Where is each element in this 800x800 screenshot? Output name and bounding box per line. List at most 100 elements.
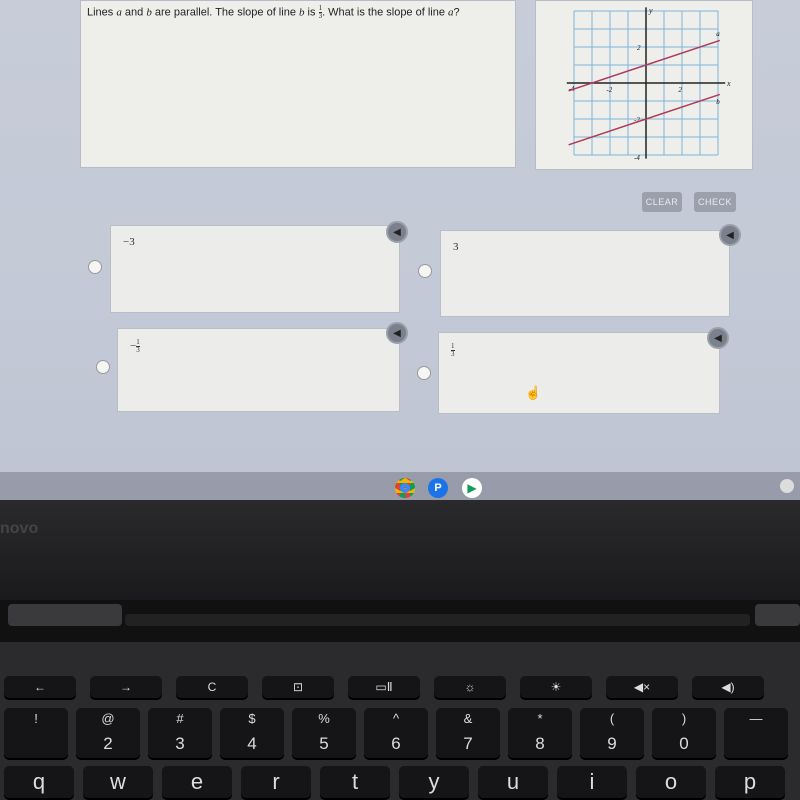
speaker-icon[interactable]: ◀: [386, 322, 408, 344]
function-key[interactable]: ◀×: [606, 676, 678, 698]
function-key[interactable]: ⊡: [262, 676, 334, 698]
letter-key[interactable]: u: [478, 766, 548, 798]
tick-label: 2: [678, 86, 682, 94]
key-label: ◀): [721, 680, 735, 694]
number-key[interactable]: —: [724, 708, 788, 758]
key-label: t: [351, 769, 359, 794]
function-key[interactable]: ☀: [520, 676, 592, 698]
shelf: P ▶: [0, 472, 800, 500]
number-key[interactable]: ) 0: [652, 708, 716, 758]
line-b-label: b: [716, 98, 720, 106]
key-label: 9: [607, 734, 617, 753]
option-card[interactable]: 1 3 ☝: [438, 332, 720, 414]
key-label: C: [207, 680, 217, 694]
number-key[interactable]: (9: [580, 708, 644, 758]
function-key[interactable]: ▭Ⅱ: [348, 676, 420, 698]
letter-key[interactable]: o: [636, 766, 706, 798]
option-card[interactable]: −3: [110, 225, 400, 313]
number-key[interactable]: !: [4, 708, 68, 758]
key-label: u: [506, 769, 520, 794]
number-key[interactable]: #3: [148, 708, 212, 758]
key-label: #: [176, 711, 184, 726]
speaker-icon[interactable]: ◀: [386, 221, 408, 243]
number-key[interactable]: $4: [220, 708, 284, 758]
key-label: —: [749, 711, 763, 726]
text: . What is the slope of line: [322, 6, 449, 19]
number-key[interactable]: & 7: [436, 708, 500, 758]
text: are parallel. The slope of line: [151, 6, 299, 19]
function-key[interactable]: →: [90, 676, 162, 698]
function-key[interactable]: ←: [4, 676, 76, 698]
option-label: 13: [451, 343, 455, 358]
coordinate-graph: xy-4 -2 22-2-4ab: [566, 6, 731, 162]
letter-key[interactable]: w: [83, 766, 153, 798]
function-key[interactable]: ☼: [434, 676, 506, 698]
fraction: 13: [451, 343, 455, 358]
tick-label: 2: [637, 44, 641, 52]
line-a-label: a: [716, 30, 720, 38]
number-key[interactable]: ^ 6: [364, 708, 428, 758]
option-label: −1 3: [130, 339, 140, 354]
tick-label: -4: [634, 154, 640, 162]
key-label: p: [743, 769, 757, 794]
key-label: %: [318, 711, 330, 726]
key-label: 2: [103, 734, 113, 753]
hinge-part: [8, 604, 122, 626]
key-label: o: [664, 769, 678, 794]
den: 3: [136, 346, 140, 354]
letter-key[interactable]: p: [715, 766, 785, 798]
key-label: @: [101, 711, 115, 726]
x-axis-label: x: [726, 79, 731, 88]
play-store-icon[interactable]: ▶: [462, 478, 482, 498]
letter-key[interactable]: y: [399, 766, 469, 798]
function-key[interactable]: C: [176, 676, 248, 698]
option-label: −3: [123, 236, 135, 248]
app-p-icon[interactable]: P: [428, 478, 448, 498]
key-label: 4: [247, 734, 257, 753]
screen: Lines a and b are parallel. The slope of…: [0, 0, 800, 500]
speaker-icon[interactable]: ◀: [707, 327, 729, 349]
key-label: 0: [679, 734, 689, 753]
check-button[interactable]: CHECK: [694, 192, 736, 212]
option-card[interactable]: 3: [440, 230, 730, 317]
letter-key[interactable]: i: [557, 766, 627, 798]
key-label: ◀×: [633, 680, 651, 694]
letter-key[interactable]: r: [241, 766, 311, 798]
radio-option-1[interactable]: [88, 260, 102, 274]
speaker-icon[interactable]: ◀: [719, 224, 741, 246]
key-label: 6: [391, 734, 401, 753]
key-label: q: [32, 769, 46, 794]
key-label: w: [110, 769, 126, 794]
key-label: y: [428, 769, 440, 794]
tick-label: -2: [606, 86, 612, 94]
den: 3: [451, 350, 455, 358]
letter-key[interactable]: e: [162, 766, 232, 798]
letter-key[interactable]: q: [4, 766, 74, 798]
key-label: i: [589, 769, 595, 794]
radio-option-2[interactable]: [418, 264, 432, 278]
keyboard: ← → C ⊡ ▭Ⅱ ☼ ☀ ◀× ◀)! @2 #3 $4% 5 ^ 6 & 7 * 8(9) 0— q w e r t y u i…: [0, 642, 800, 800]
key-label: 3: [175, 734, 185, 753]
number-key[interactable]: @2: [76, 708, 140, 758]
hinge-part: [125, 614, 750, 626]
radio-option-4[interactable]: [417, 366, 431, 380]
number-key[interactable]: * 8: [508, 708, 572, 758]
key-label: 5: [319, 734, 329, 753]
clear-button[interactable]: CLEAR: [642, 192, 682, 212]
radio-option-3[interactable]: [96, 360, 110, 374]
brand-logo: novo: [0, 520, 39, 537]
option-label: 3: [453, 241, 459, 253]
key-label: →: [120, 680, 132, 694]
text: is: [304, 6, 319, 19]
status-icon[interactable]: [780, 479, 794, 493]
question-card: Lines a and b are parallel. The slope of…: [80, 0, 516, 168]
graph-card: x y -4 -2 2 2 -2 -4 a b: [535, 0, 753, 170]
chrome-icon[interactable]: [395, 478, 415, 498]
letter-key[interactable]: t: [320, 766, 390, 798]
number-key[interactable]: % 5: [292, 708, 356, 758]
key-label: 8: [535, 734, 545, 753]
function-key[interactable]: ◀): [692, 676, 764, 698]
key-label: ^: [392, 711, 400, 726]
option-card[interactable]: −1 3: [117, 328, 400, 412]
key-label: &: [463, 711, 473, 726]
